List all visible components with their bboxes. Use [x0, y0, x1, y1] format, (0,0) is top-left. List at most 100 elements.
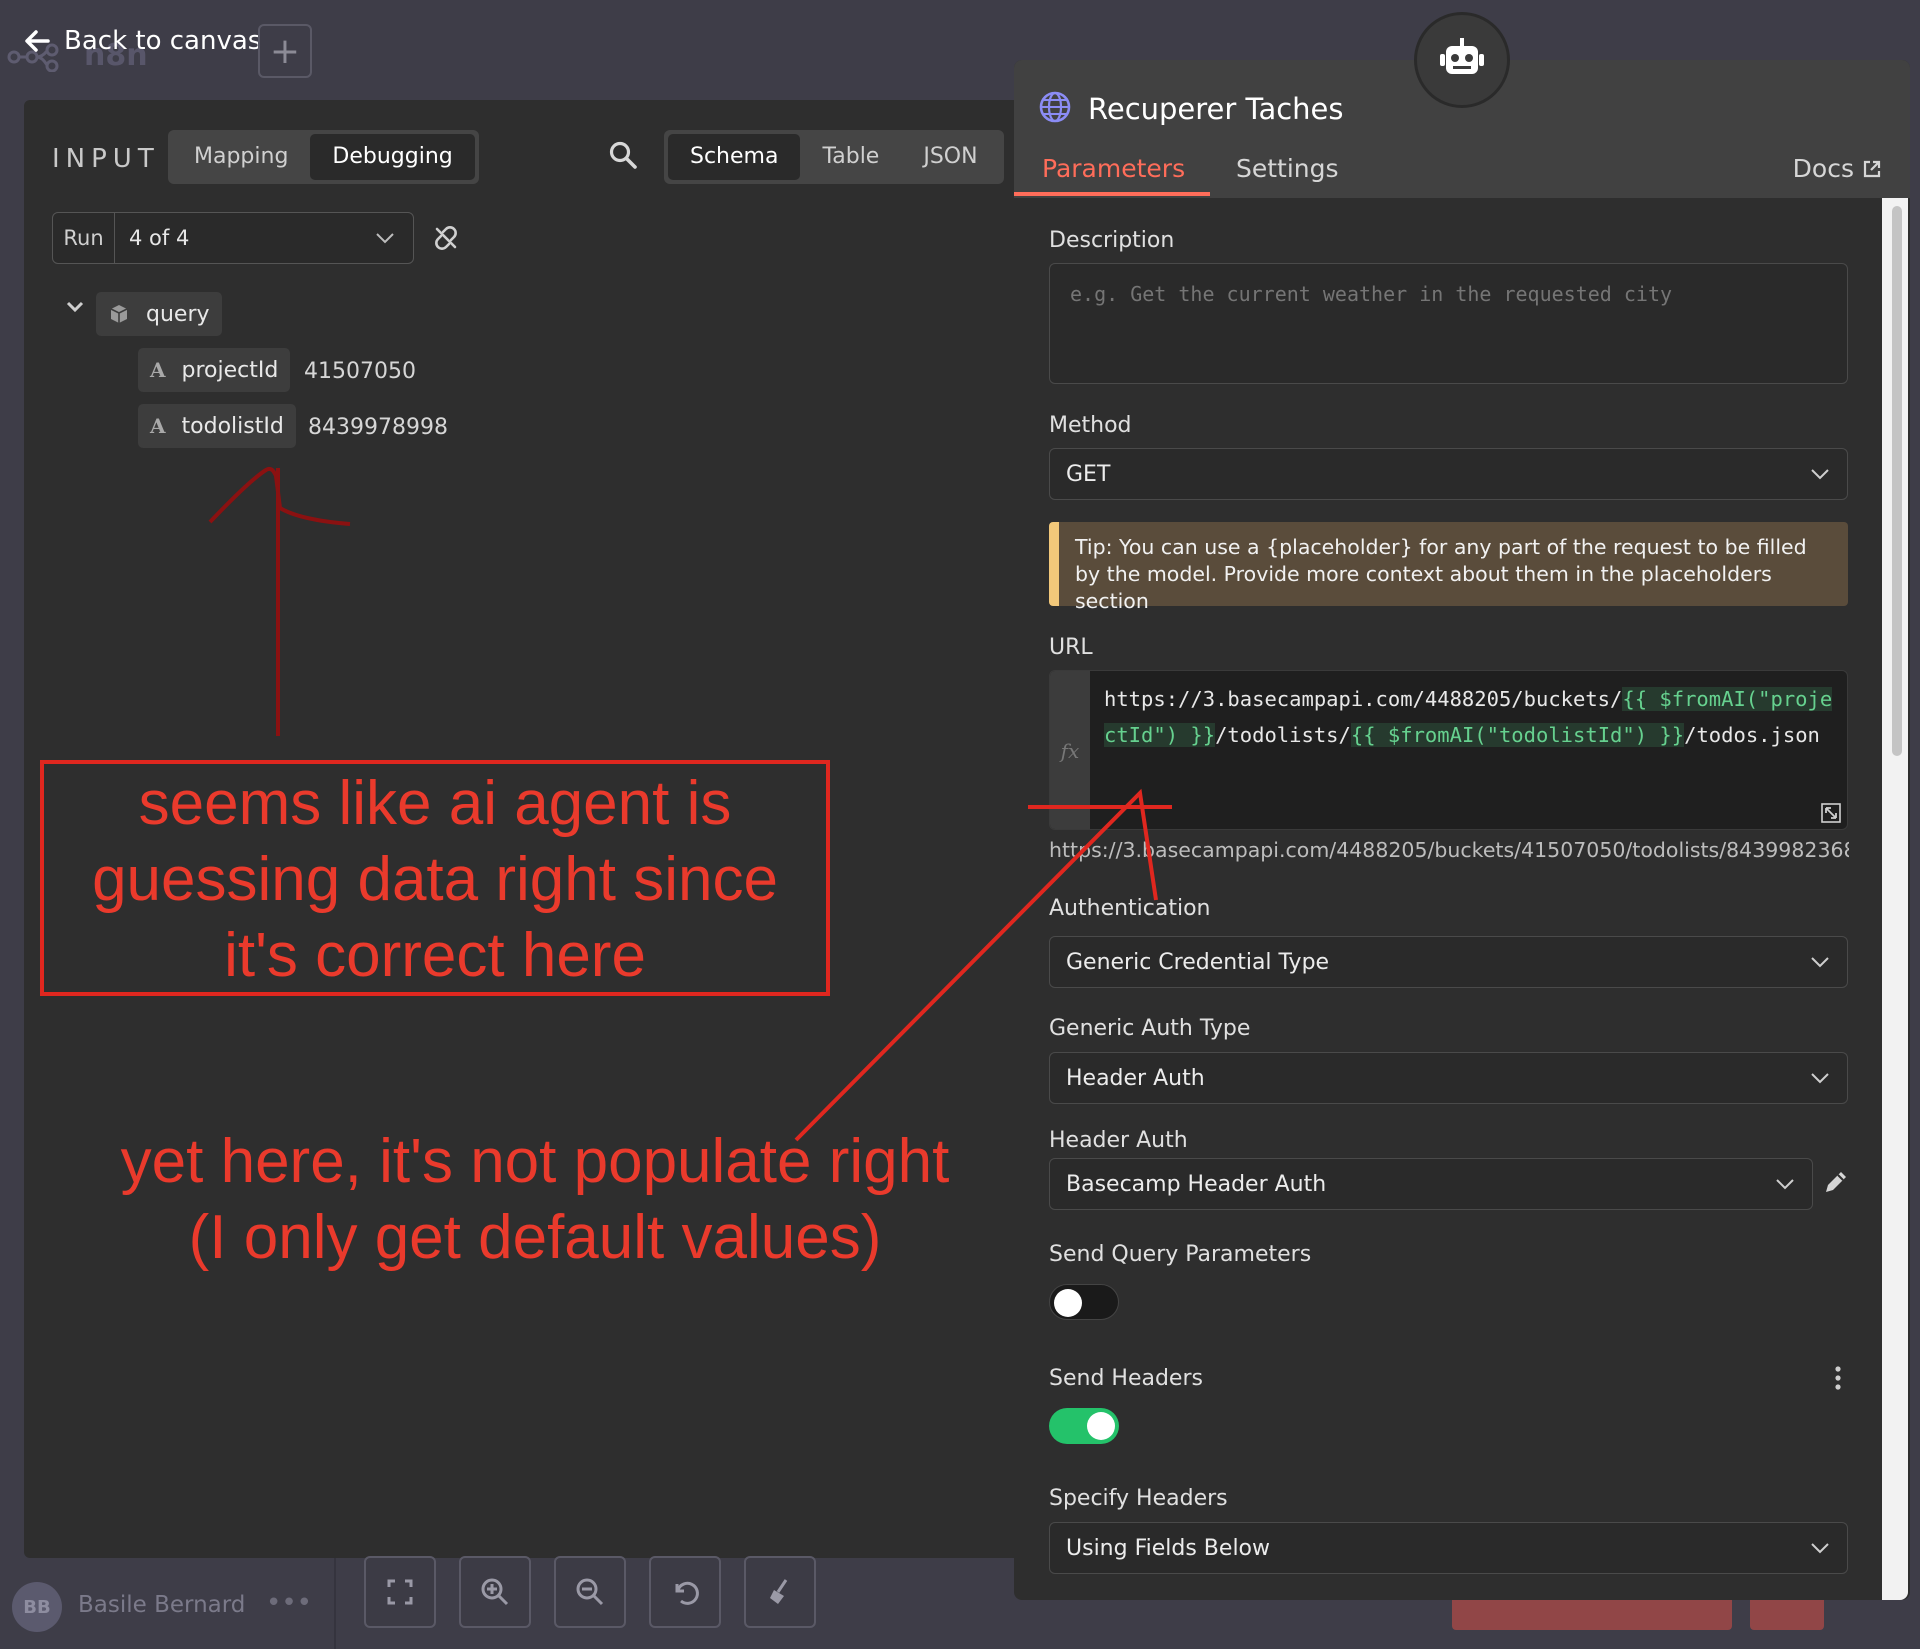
toggle-knob — [1054, 1289, 1082, 1317]
zoom-out-button[interactable] — [554, 1556, 626, 1628]
tidy-up-button[interactable] — [744, 1556, 816, 1628]
expand-icon[interactable] — [1821, 803, 1841, 823]
fit-view-icon — [387, 1579, 413, 1605]
placeholder-tip: Tip: You can use a {placeholder} for any… — [1049, 522, 1848, 613]
chevron-down-icon — [1811, 957, 1829, 968]
run-selector[interactable]: Run 4 of 4 — [52, 212, 414, 264]
tab-mapping[interactable]: Mapping — [172, 134, 310, 180]
description-label: Description — [1049, 228, 1175, 253]
annotation-line: seems like ai agent is — [138, 769, 732, 838]
zoom-in-button[interactable] — [459, 1556, 531, 1628]
unlink-icon[interactable] — [432, 224, 460, 252]
send-headers-label: Send Headers — [1049, 1366, 1203, 1391]
schema-node-query[interactable]: query — [96, 292, 222, 336]
header-auth-label: Header Auth — [1049, 1128, 1188, 1153]
chevron-down-icon — [1811, 469, 1829, 480]
authentication-value: Generic Credential Type — [1066, 949, 1330, 975]
tab-json[interactable]: JSON — [901, 134, 999, 180]
schema-field-projectid[interactable]: A projectId — [138, 348, 291, 392]
tab-table[interactable]: Table — [800, 134, 901, 180]
field-value: 8439978998 — [308, 415, 448, 440]
chevron-down-icon — [1776, 1179, 1794, 1190]
view-switcher: Schema Table JSON — [664, 130, 1004, 184]
cube-icon — [110, 305, 128, 323]
broom-icon — [770, 1579, 788, 1604]
sidebar-divider — [334, 1558, 336, 1649]
undo-icon — [675, 1581, 699, 1605]
tab-parameters[interactable]: Parameters — [1042, 154, 1185, 183]
ai-agent-badge — [1414, 12, 1510, 108]
url-expression-editor[interactable]: fx https://3.basecampapi.com/4488205/buc… — [1049, 670, 1848, 830]
schema-node-label: query — [146, 301, 210, 327]
specify-headers-select[interactable]: Using Fields Below — [1049, 1522, 1848, 1574]
search-icon[interactable] — [608, 140, 638, 170]
annotation-line: it's correct here — [224, 921, 646, 990]
tab-debugging[interactable]: Debugging — [310, 134, 475, 180]
user-name: Basile Bernard — [78, 1592, 246, 1618]
robot-icon — [1440, 38, 1484, 74]
chevron-down-icon — [376, 233, 394, 244]
description-field[interactable] — [1049, 263, 1848, 384]
field-value: 41507050 — [304, 359, 416, 384]
send-query-label: Send Query Parameters — [1049, 1242, 1312, 1267]
specify-headers-value: Using Fields Below — [1066, 1535, 1271, 1561]
tab-schema[interactable]: Schema — [668, 134, 801, 180]
back-to-canvas-label: Back to canvas — [64, 26, 262, 56]
field-name: todolistId — [181, 413, 284, 439]
run-label: Run — [53, 213, 115, 263]
url-preview: https://3.basecampapi.com/4488205/bucket… — [1049, 838, 1849, 862]
url-segment: https://3.basecampapi.com/4488205/bucket… — [1104, 687, 1623, 711]
generic-auth-type-select[interactable]: Header Auth — [1049, 1052, 1848, 1104]
zoom-in-icon — [481, 1578, 509, 1606]
docs-label: Docs — [1792, 154, 1854, 183]
header-auth-value: Basecamp Header Auth — [1066, 1171, 1327, 1197]
chevron-down-icon[interactable] — [64, 296, 86, 318]
toggle-knob — [1087, 1412, 1115, 1440]
run-value: 4 of 4 — [129, 226, 190, 250]
reset-zoom-button[interactable] — [649, 1556, 721, 1628]
add-node-button[interactable]: + — [258, 24, 312, 78]
method-value: GET — [1066, 461, 1111, 487]
send-headers-toggle[interactable] — [1049, 1408, 1119, 1444]
zoom-out-icon — [576, 1578, 604, 1606]
pencil-icon[interactable] — [1822, 1168, 1850, 1196]
mode-switcher: Mapping Debugging — [168, 130, 479, 184]
annotation-line: yet here, it's not populate right — [120, 1127, 950, 1196]
authentication-label: Authentication — [1049, 896, 1211, 921]
method-select[interactable]: GET — [1049, 448, 1848, 500]
url-label: URL — [1049, 635, 1093, 660]
annotation-line: guessing data right since — [92, 845, 778, 914]
input-panel-title: INPUT — [52, 144, 160, 174]
annotation-line: (I only get default values) — [188, 1203, 882, 1272]
method-label: Method — [1049, 413, 1132, 438]
send-query-toggle[interactable] — [1049, 1284, 1119, 1320]
node-title[interactable]: Recuperer Taches — [1088, 92, 1344, 126]
more-options-icon[interactable] — [1832, 1364, 1844, 1392]
authentication-select[interactable]: Generic Credential Type — [1049, 936, 1848, 988]
tab-settings[interactable]: Settings — [1236, 154, 1339, 183]
url-segment: /todolists/ — [1215, 723, 1351, 747]
url-segment: /todos.json — [1684, 723, 1820, 747]
annotation-text-box: seems like ai agent is guessing data rig… — [40, 766, 830, 994]
back-to-canvas-link[interactable]: Back to canvas — [24, 26, 261, 56]
schema-field-todolistid[interactable]: A todolistId — [138, 404, 296, 448]
docs-link[interactable]: Docs — [1793, 154, 1882, 183]
string-type-icon: A — [150, 414, 166, 438]
zoom-to-fit-button[interactable] — [364, 1556, 436, 1628]
avatar[interactable]: BB — [12, 1582, 62, 1632]
external-link-icon — [1863, 160, 1881, 177]
string-type-icon: A — [150, 358, 166, 382]
field-name: projectId — [181, 357, 279, 383]
annotation-text-free: yet here, it's not populate right (I onl… — [100, 1124, 970, 1276]
specify-headers-label: Specify Headers — [1049, 1486, 1228, 1511]
user-menu-button[interactable]: ••• — [266, 1588, 312, 1618]
arrow-left-icon — [25, 30, 50, 52]
url-expression: {{ $fromAI("todolistId") }} — [1350, 723, 1685, 747]
chevron-down-icon — [1811, 1543, 1829, 1554]
active-tab-indicator — [1014, 192, 1210, 196]
chevron-down-icon — [1811, 1073, 1829, 1084]
scrollbar-thumb[interactable] — [1892, 206, 1902, 756]
header-auth-select[interactable]: Basecamp Header Auth — [1049, 1158, 1813, 1210]
generic-auth-type-value: Header Auth — [1066, 1065, 1205, 1091]
url-code[interactable]: https://3.basecampapi.com/4488205/bucket… — [1104, 681, 1844, 753]
